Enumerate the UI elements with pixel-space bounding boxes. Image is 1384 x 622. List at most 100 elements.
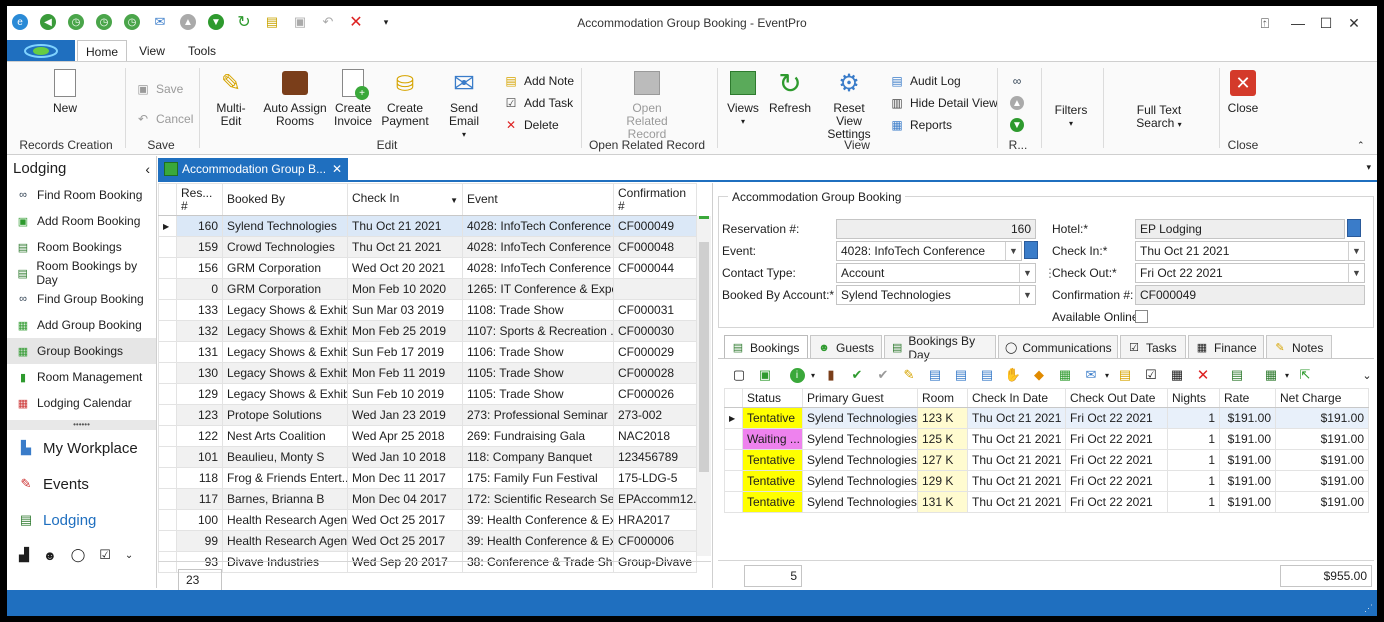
table-row[interactable]: 159 Crowd Technologies Thu Oct 21 2021 4028… <box>158 236 697 258</box>
open-event-icon[interactable] <box>1024 241 1038 259</box>
column-header[interactable]: Res... # <box>176 183 223 216</box>
table-row[interactable]: 156 GRM Corporation Wed Oct 20 2021 4028: I… <box>158 257 697 279</box>
tab-communications[interactable]: ◯ Communications <box>998 335 1118 359</box>
chevron-down-icon[interactable]: ⌄ <box>125 550 133 561</box>
close-tab-icon[interactable]: ✕ <box>332 162 342 176</box>
delete-icon[interactable]: ✕ <box>1194 366 1212 384</box>
table-cell[interactable]: Legacy Shows & Exhib... <box>222 320 348 342</box>
table-cell[interactable]: 172: Scientific Research Se... <box>462 488 614 510</box>
table-cell[interactable]: 269: Fundraising Gala <box>462 425 614 447</box>
create-invoice-button[interactable]: + Create Invoice <box>333 68 373 128</box>
table-cell[interactable]: Thu Oct 21 2021 <box>967 470 1066 492</box>
table-cell[interactable]: 1106: Trade Show <box>462 341 614 363</box>
nav-lodging-calendar[interactable]: ▦ Lodging Calendar <box>7 390 156 416</box>
table-cell[interactable]: Sun Feb 17 2019 <box>347 341 463 363</box>
tab-notes[interactable]: ✎ Notes <box>1266 335 1332 359</box>
table-cell[interactable]: CF000028 <box>613 362 697 384</box>
chevron-down-icon[interactable]: ▾ <box>1098 366 1116 384</box>
table-cell[interactable]: Frog & Friends Entert... <box>222 467 348 489</box>
export-icon[interactable]: ⇱ <box>1296 366 1314 384</box>
table-cell[interactable]: Legacy Shows & Exhib... <box>222 383 348 405</box>
tab-finance[interactable]: ▦ Finance <box>1188 335 1264 359</box>
table-cell[interactable]: $191.00 <box>1219 449 1276 471</box>
table-cell[interactable]: Mon Feb 10 2020 <box>347 278 463 300</box>
table-cell[interactable]: Tentative <box>742 407 803 429</box>
tab-accommodation-group-booking[interactable]: Accommodation Group B... ✕ <box>158 158 348 180</box>
views-button[interactable]: Views ▾ <box>725 68 761 128</box>
event-select[interactable]: 4028: InfoTech Conference ▼ <box>836 241 1022 261</box>
column-header[interactable]: Event <box>462 183 614 216</box>
chevron-down-icon[interactable]: ▾ <box>1278 366 1296 384</box>
nav-add-room-booking[interactable]: ▣ Add Room Booking <box>7 208 156 234</box>
table-row[interactable]: 122 Nest Arts Coalition Wed Apr 25 2018 269… <box>158 425 697 447</box>
table-cell[interactable]: 1108: Trade Show <box>462 299 614 321</box>
application-button[interactable] <box>7 40 75 62</box>
table-cell[interactable]: 130 <box>176 362 223 384</box>
table-cell[interactable]: CF000044 <box>613 257 697 279</box>
table-cell[interactable]: GRM Corporation <box>222 278 348 300</box>
group-icon[interactable]: ▦ <box>1056 366 1074 384</box>
table-cell[interactable]: 273-002 <box>613 404 697 426</box>
table-cell[interactable]: Tentative <box>742 470 803 492</box>
maximize-button[interactable]: ☐ <box>1315 12 1337 34</box>
auto-assign-rooms-button[interactable]: Auto Assign Rooms <box>263 68 327 128</box>
table-cell[interactable]: Mon Feb 11 2019 <box>347 362 463 384</box>
table-cell[interactable]: 123456789 <box>613 446 697 468</box>
table-cell[interactable]: 129 <box>176 383 223 405</box>
table-cell[interactable]: Tentative <box>742 491 803 513</box>
table-row[interactable]: Tentative Sylend Technologies 127 K Thu Oct… <box>724 449 1369 471</box>
table-cell[interactable]: CF000006 <box>613 530 697 552</box>
table-cell[interactable] <box>613 278 697 300</box>
table-cell[interactable]: 1105: Trade Show <box>462 362 614 384</box>
calculator-icon[interactable]: ▦ <box>1168 366 1186 384</box>
building-icon[interactable]: ▟ <box>19 547 29 563</box>
table-cell[interactable]: Thu Oct 21 2021 <box>347 215 463 237</box>
save-button[interactable]: ▣ Save <box>135 80 183 98</box>
table-cell[interactable]: 131 <box>176 341 223 363</box>
table-cell[interactable]: 159 <box>176 236 223 258</box>
new-document-icon[interactable]: ▢ <box>730 366 748 384</box>
column-header[interactable]: Booked By <box>222 183 348 216</box>
table-cell[interactable]: $191.00 <box>1275 428 1369 450</box>
nav-room-bookings-by-day[interactable]: ▤ Room Bookings by Day <box>7 259 156 287</box>
send-email-button[interactable]: ✉ Send Email ▾ <box>435 68 493 141</box>
table-cell[interactable]: 127 K <box>917 449 968 471</box>
table-cell[interactable]: 117 <box>176 488 223 510</box>
column-header[interactable]: Room <box>917 388 968 408</box>
pencil-icon[interactable]: ✎ <box>900 366 918 384</box>
table-cell[interactable]: $191.00 <box>1219 407 1276 429</box>
table-cell[interactable]: GRM Corporation <box>222 257 348 279</box>
column-header[interactable]: Check In Date <box>967 388 1066 408</box>
close-window-button[interactable]: ✕ <box>1343 12 1365 34</box>
handshake-icon[interactable]: ✋ <box>1004 366 1022 384</box>
table-cell[interactable]: Thu Oct 21 2021 <box>347 236 463 258</box>
refresh-button[interactable]: ↻ Refresh <box>769 68 811 115</box>
nav-lodging[interactable]: ▤ Lodging <box>7 502 156 538</box>
tag-icon[interactable]: ◆ <box>1030 366 1048 384</box>
note-icon[interactable]: ▤ <box>1116 366 1134 384</box>
table-cell[interactable]: $191.00 <box>1275 407 1369 429</box>
table-cell[interactable]: 1105: Trade Show <box>462 383 614 405</box>
table-row[interactable]: 99 Health Research Agen... Wed Oct 25 2017… <box>158 530 697 552</box>
contact-type-select[interactable]: Account ▼ <box>836 263 1036 283</box>
confirmation-field[interactable]: CF000049 <box>1135 285 1365 305</box>
table-cell[interactable]: 118: Company Banquet <box>462 446 614 468</box>
nav-group-bookings[interactable]: ▦ Group Bookings <box>7 338 156 364</box>
hotel-field[interactable]: EP Lodging <box>1135 219 1345 239</box>
table-row[interactable]: 101 Beaulieu, Monty S Wed Jan 10 2018 118: … <box>158 446 697 468</box>
table-cell[interactable]: 1 <box>1167 428 1220 450</box>
table-cell[interactable]: Barnes, Brianna B <box>222 488 348 510</box>
table-cell[interactable]: Sun Feb 10 2019 <box>347 383 463 405</box>
table-row[interactable]: ▶ Tentative Sylend Technologies 123 K Thu Oc… <box>724 407 1369 429</box>
column-header[interactable]: Rate <box>1219 388 1276 408</box>
find-button[interactable]: ∞ <box>1009 72 1030 90</box>
checkin-date-field[interactable]: Thu Oct 21 2021 ▼ <box>1135 241 1365 261</box>
table-cell[interactable]: Wed Apr 25 2018 <box>347 425 463 447</box>
table-cell[interactable]: Sylend Technologies <box>222 215 348 237</box>
new-button[interactable]: New <box>47 68 83 115</box>
table-row[interactable]: 118 Frog & Friends Entert... Mon Dec 11 20… <box>158 467 697 489</box>
table-cell[interactable]: Waiting ... <box>742 428 803 450</box>
create-payment-button[interactable]: ⛁ Create Payment <box>381 68 429 128</box>
nav-add-group-booking[interactable]: ▦ Add Group Booking <box>7 312 156 338</box>
checkout-date-field[interactable]: Fri Oct 22 2021 ▼ <box>1135 263 1365 283</box>
